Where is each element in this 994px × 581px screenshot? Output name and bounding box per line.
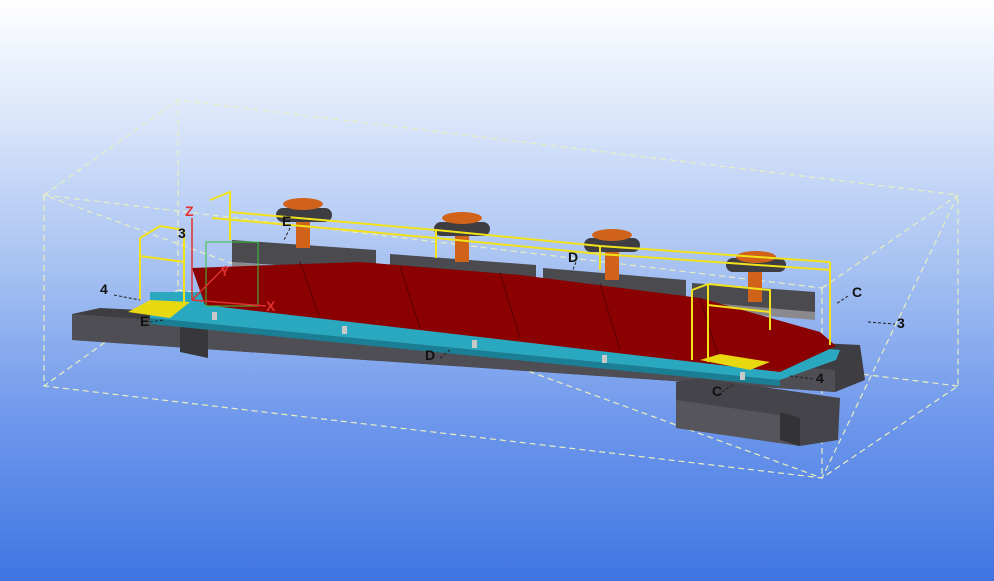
grid-label-3-left: 3 [178,225,186,241]
axis-label-z: Z [185,203,194,219]
grid-label-d-top: D [568,249,578,265]
grid-label-4-left: 4 [100,281,108,297]
grid-label-4-right: 4 [816,370,824,386]
grid-label-e-left: E [140,313,149,329]
3d-model-viewport[interactable]: Z Y X E E D D C C 3 3 4 4 [0,0,994,581]
axis-label-x: X [266,298,276,314]
axis-label-y: Y [220,263,230,279]
grid-label-c-bottom: C [712,383,722,399]
grid-label-3-right: 3 [897,315,905,331]
grid-label-c-right: C [852,284,862,300]
grid-label-d-bottom: D [425,347,435,363]
bollard-2 [434,212,490,262]
grid-label-e-top: E [282,213,291,229]
